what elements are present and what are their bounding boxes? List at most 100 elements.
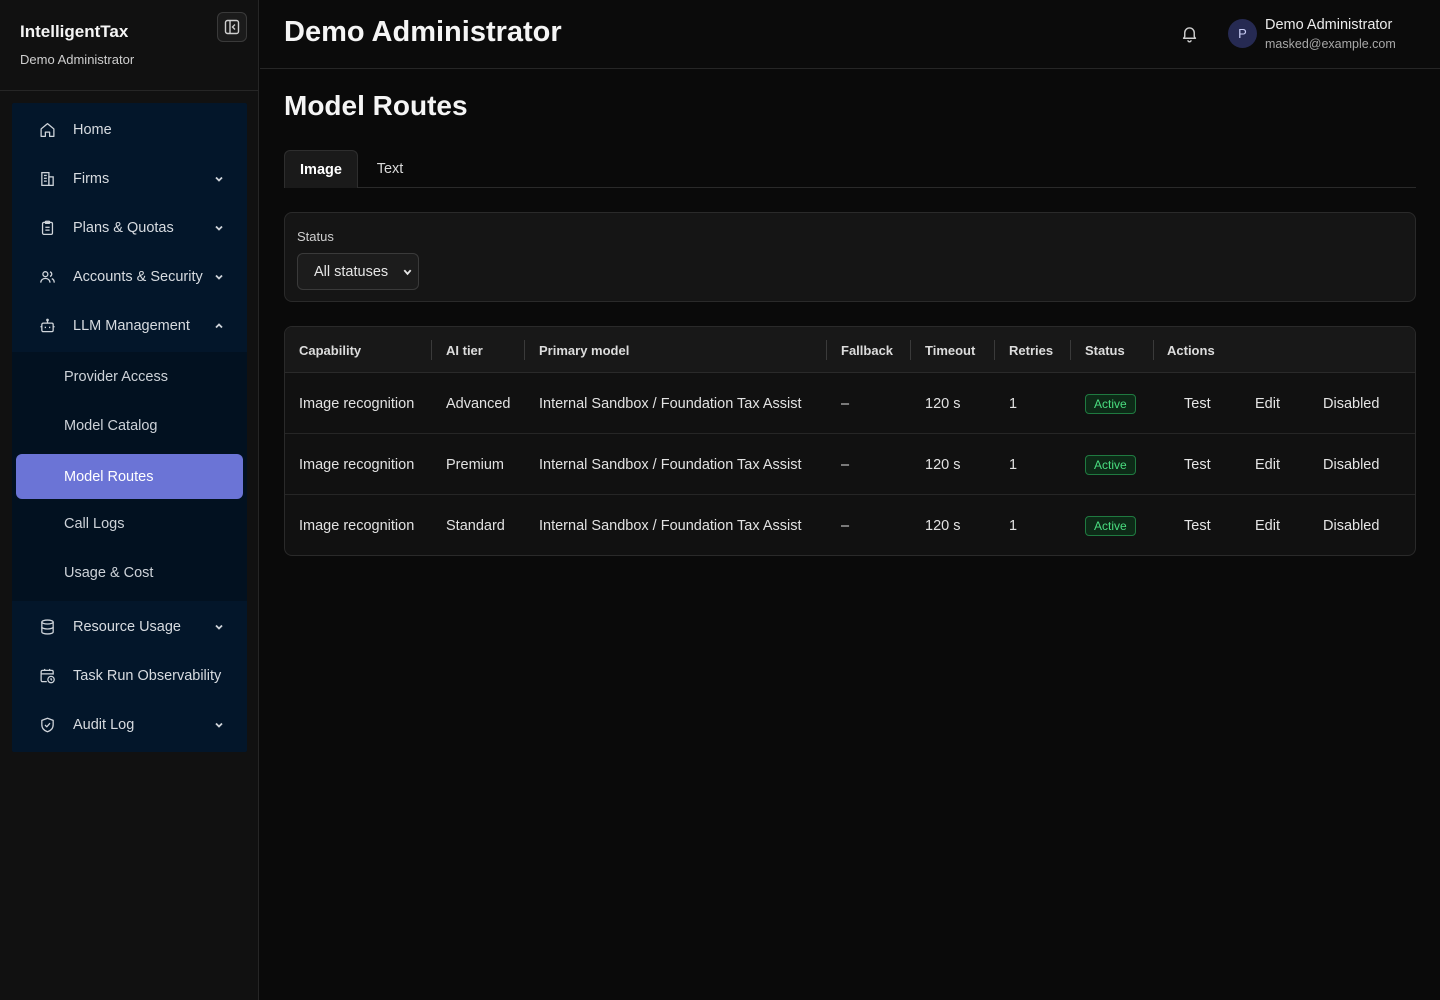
collapse-sidebar-button[interactable]: [217, 12, 247, 42]
edit-button[interactable]: Edit: [1255, 373, 1280, 434]
llm-submenu: Provider Access Model Catalog Model Rout…: [12, 352, 247, 601]
tab-bar: Image Text: [284, 150, 1416, 188]
sidebar-subitem-usage-cost[interactable]: Usage & Cost: [16, 550, 243, 595]
sidebar-item-label: LLM Management: [73, 317, 190, 334]
sidebar-subitem-label: Provider Access: [64, 368, 168, 385]
cell-retries: 1: [1009, 395, 1018, 412]
column-header-primary-model: Primary model: [539, 342, 630, 358]
chevron-down-icon: [402, 266, 413, 277]
sidebar-item-home[interactable]: Home: [12, 105, 247, 154]
sidebar-item-accounts-security[interactable]: Accounts & Security: [12, 252, 247, 301]
edit-button[interactable]: Edit: [1255, 495, 1280, 555]
table-row: Image recognition Advanced Internal Sand…: [285, 373, 1415, 434]
brand-subtitle: Demo Administrator: [20, 52, 135, 67]
sidebar-item-task-run-observability[interactable]: Task Run Observability: [12, 651, 247, 700]
cell-primary-model: Internal Sandbox / Foundation Tax Assist: [539, 456, 802, 473]
page-title: Model Routes: [284, 90, 468, 121]
filter-panel: Status All statuses: [284, 212, 1416, 302]
sidebar-subitem-model-catalog[interactable]: Model Catalog: [16, 403, 243, 448]
chevron-down-icon: [213, 173, 225, 185]
cell-capability: Image recognition: [299, 456, 415, 473]
tab-image[interactable]: Image: [284, 150, 358, 188]
sidebar-subitem-call-logs[interactable]: Call Logs: [16, 501, 243, 546]
column-divider: [994, 340, 995, 360]
test-button[interactable]: Test: [1184, 434, 1211, 495]
cell-fallback: –: [841, 517, 850, 534]
column-header-timeout: Timeout: [925, 342, 976, 358]
cell-timeout: 120 s: [925, 517, 961, 534]
sidebar-item-firms[interactable]: Firms: [12, 154, 247, 203]
column-divider: [524, 340, 525, 360]
sidebar-subitem-label: Usage & Cost: [64, 564, 154, 581]
test-button[interactable]: Test: [1184, 373, 1211, 434]
column-header-capability: Capability: [299, 342, 362, 358]
top-bar: Demo Administrator P Demo Administrator …: [260, 0, 1440, 69]
sidebar-subitem-label: Model Routes: [64, 468, 154, 485]
database-icon: [39, 618, 56, 635]
chevron-down-icon: [213, 222, 225, 234]
edit-button[interactable]: Edit: [1255, 434, 1280, 495]
sidebar-item-label: Task Run Observability: [73, 667, 222, 684]
user-email: masked@example.com: [1265, 37, 1396, 51]
routes-table: Capability AI tier Primary model Fallbac…: [284, 326, 1416, 556]
chevron-down-icon: [213, 271, 225, 283]
table-row: Image recognition Premium Internal Sandb…: [285, 434, 1415, 495]
sidebar-item-audit-log[interactable]: Audit Log: [12, 700, 247, 749]
users-icon: [39, 268, 56, 285]
chevron-down-icon: [213, 621, 225, 633]
sidebar: IntelligentTax Demo Administrator Home F…: [0, 0, 259, 1000]
cell-status: Active: [1085, 373, 1136, 434]
cell-capability: Image recognition: [299, 517, 415, 534]
chevron-down-icon: [213, 719, 225, 731]
sidebar-item-llm-management[interactable]: LLM Management: [12, 301, 247, 350]
user-name: Demo Administrator: [1265, 17, 1393, 33]
tab-text[interactable]: Text: [364, 150, 416, 188]
column-divider: [826, 340, 827, 360]
cell-primary-model: Internal Sandbox / Foundation Tax Assist: [539, 395, 802, 412]
cell-timeout: 120 s: [925, 456, 961, 473]
sidebar-collapse-icon: [224, 19, 240, 35]
sidebar-item-label: Accounts & Security: [73, 268, 203, 285]
status-filter-value: All statuses: [314, 263, 389, 280]
cell-ai-tier: Premium: [446, 456, 505, 473]
status-filter-select[interactable]: All statuses: [297, 253, 419, 290]
column-divider: [910, 340, 911, 360]
cell-retries: 1: [1009, 456, 1018, 473]
cell-fallback: –: [841, 395, 850, 412]
sidebar-subitem-provider-access[interactable]: Provider Access: [16, 354, 243, 399]
test-button[interactable]: Test: [1184, 495, 1211, 555]
status-badge: Active: [1085, 515, 1136, 536]
building-icon: [39, 170, 56, 187]
cell-status: Active: [1085, 495, 1136, 555]
chevron-up-icon: [213, 320, 225, 332]
sidebar-item-resource-usage[interactable]: Resource Usage: [12, 602, 247, 651]
brand-name: IntelligentTax: [20, 22, 129, 41]
nav-menu: Home Firms Plans & Quotas Accounts & Sec…: [12, 103, 247, 752]
sidebar-item-label: Firms: [73, 170, 110, 187]
avatar[interactable]: P: [1228, 19, 1257, 48]
status-filter-label: Status: [297, 229, 334, 244]
cell-ai-tier: Standard: [446, 517, 505, 534]
header-title: Demo Administrator: [284, 16, 562, 48]
bot-icon: [39, 317, 56, 334]
table-header: Capability AI tier Primary model Fallbac…: [285, 327, 1415, 373]
sidebar-subitem-label: Model Catalog: [64, 417, 158, 434]
sidebar-item-label: Resource Usage: [73, 618, 181, 635]
cell-capability: Image recognition: [299, 395, 415, 412]
notifications-button[interactable]: [1180, 24, 1199, 43]
sidebar-item-plans-quotas[interactable]: Plans & Quotas: [12, 203, 247, 252]
column-header-actions: Actions: [1167, 342, 1215, 358]
bell-icon: [1182, 27, 1197, 43]
cell-fallback: –: [841, 456, 850, 473]
cell-retries: 1: [1009, 517, 1018, 534]
disable-toggle-button[interactable]: Disabled: [1323, 373, 1379, 434]
column-header-fallback: Fallback: [841, 342, 894, 358]
calendar-clock-icon: [39, 667, 56, 684]
disable-toggle-button[interactable]: Disabled: [1323, 434, 1379, 495]
status-badge: Active: [1085, 393, 1136, 414]
column-divider: [1070, 340, 1071, 360]
sidebar-subitem-model-routes[interactable]: Model Routes: [16, 454, 243, 499]
sidebar-item-label: Audit Log: [73, 716, 135, 733]
disable-toggle-button[interactable]: Disabled: [1323, 495, 1379, 555]
column-header-retries: Retries: [1009, 342, 1054, 358]
